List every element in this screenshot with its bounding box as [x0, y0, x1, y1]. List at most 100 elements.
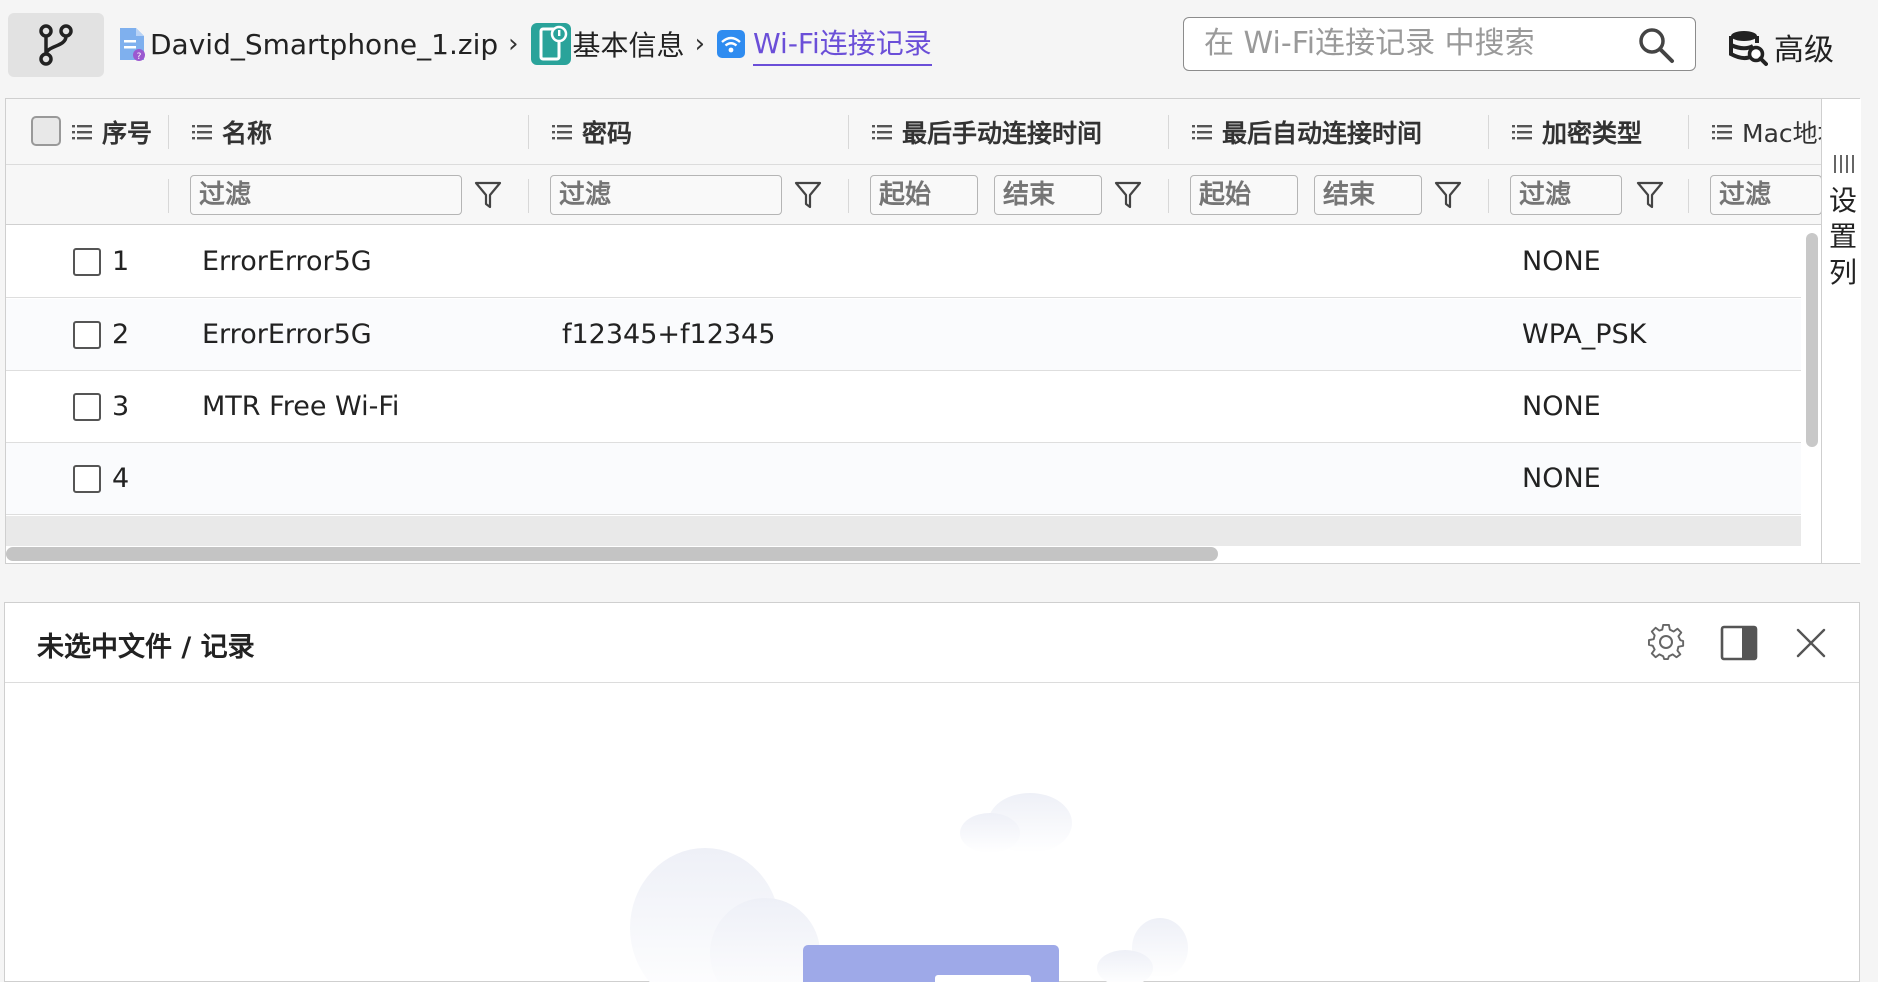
column-header-mac[interactable]: Mac地址 [1712, 99, 1821, 165]
column-header-label: Mac地址 [1742, 119, 1821, 148]
advanced-label: 高级 [1774, 33, 1834, 68]
breadcrumb-label: David_Smartphone_1.zip [150, 27, 499, 61]
list-icon [1712, 125, 1732, 140]
breadcrumb: ? David_Smartphone_1.zip › 基本信息 › Wi-Fi连… [118, 12, 932, 76]
toggle-panel-button[interactable] [1717, 621, 1761, 665]
vertical-scrollbar[interactable] [1806, 233, 1818, 447]
column-header-name[interactable]: 名称 [192, 99, 272, 165]
table-header: 序号 名称 密码 最后手动连接时间 最后自动连接时间 加密类型 Mac地 [6, 99, 1821, 165]
close-icon [1796, 628, 1826, 658]
table-row[interactable]: 2 ErrorError5G f12345+f12345 WPA_PSK [6, 299, 1801, 371]
list-icon [72, 125, 92, 140]
column-divider [1488, 179, 1489, 213]
table-row[interactable]: 3 MTR Free Wi-Fi NONE [6, 371, 1801, 443]
column-divider[interactable] [168, 115, 169, 149]
search-box [1183, 17, 1696, 71]
list-icon [872, 125, 892, 140]
phone-info-icon [530, 23, 571, 65]
name-filter-input[interactable] [190, 175, 462, 215]
git-branch-icon [39, 24, 73, 66]
manual-time-start-input[interactable] [870, 175, 978, 215]
grip-icon [1834, 155, 1854, 173]
branch-button[interactable] [8, 13, 104, 77]
column-divider [1168, 179, 1169, 213]
column-header-password[interactable]: 密码 [552, 99, 632, 165]
column-divider[interactable] [1168, 115, 1169, 149]
auto-time-end-input[interactable] [1314, 175, 1422, 215]
wifi-icon [716, 30, 745, 58]
column-divider[interactable] [1688, 115, 1689, 149]
row-checkbox[interactable] [73, 393, 101, 421]
cell-index: 4 [112, 463, 130, 494]
table-row[interactable]: 1 ErrorError5G NONE [6, 226, 1801, 298]
password-filter-input[interactable] [550, 175, 782, 215]
empty-state-illustration [630, 793, 1188, 982]
column-header-index[interactable]: 序号 [72, 99, 152, 165]
table-viewport: 序号 名称 密码 最后手动连接时间 最后自动连接时间 加密类型 Mac地 过滤 … [6, 99, 1821, 563]
cell-name: ErrorError5G [202, 246, 372, 277]
column-header-auto-time[interactable]: 最后自动连接时间 [1192, 99, 1422, 165]
cell-name: ErrorError5G [202, 319, 372, 350]
search-input[interactable] [1184, 18, 1624, 69]
breadcrumb-item-basic-info[interactable]: 基本信息 [530, 23, 685, 65]
column-divider [168, 179, 169, 213]
cell-index: 2 [112, 319, 130, 350]
row-checkbox[interactable] [73, 321, 101, 349]
database-search-icon [1729, 31, 1768, 66]
filter-icon[interactable] [474, 180, 502, 210]
column-settings-label: 设置列 [1828, 184, 1857, 289]
column-divider [848, 179, 849, 213]
auto-time-start-input[interactable] [1190, 175, 1298, 215]
column-settings-button[interactable]: 设置列 [1821, 99, 1861, 563]
column-header-label: 加密类型 [1542, 119, 1643, 148]
list-icon [1512, 125, 1532, 140]
cell-encryption: NONE [1522, 463, 1601, 494]
cell-encryption: NONE [1522, 391, 1601, 422]
column-header-label: 名称 [222, 119, 273, 148]
filter-icon[interactable] [1434, 180, 1462, 210]
column-header-label: 最后自动连接时间 [1222, 119, 1423, 148]
cell-index: 1 [112, 246, 130, 277]
table-row-partial[interactable] [6, 516, 1801, 546]
row-checkbox[interactable] [73, 248, 101, 276]
breadcrumb-label: Wi-Fi连接记录 [752, 22, 932, 66]
column-header-manual-time[interactable]: 最后手动连接时间 [872, 99, 1102, 165]
encryption-filter-input[interactable] [1510, 175, 1622, 215]
column-divider[interactable] [1488, 115, 1489, 149]
wifi-records-table: 序号 名称 密码 最后手动连接时间 最后自动连接时间 加密类型 Mac地 过滤 … [5, 98, 1861, 564]
row-checkbox[interactable] [73, 465, 101, 493]
column-header-label: 密码 [582, 119, 633, 148]
column-header-encryption[interactable]: 加密类型 [1512, 99, 1642, 165]
top-bar: ? David_Smartphone_1.zip › 基本信息 › Wi-Fi连… [0, 0, 1878, 95]
svg-text:?: ? [137, 52, 142, 62]
column-divider[interactable] [848, 115, 849, 149]
mac-filter-input[interactable] [1710, 175, 1821, 215]
horizontal-scrollbar[interactable] [6, 547, 1218, 561]
cell-index: 3 [112, 391, 130, 422]
list-icon [552, 125, 572, 140]
settings-button[interactable] [1645, 621, 1689, 665]
column-divider[interactable] [528, 115, 529, 149]
filter-icon[interactable] [1114, 180, 1142, 210]
breadcrumb-item-zip[interactable]: ? David_Smartphone_1.zip [118, 26, 498, 62]
list-icon [1192, 125, 1212, 140]
breadcrumb-separator: › [694, 29, 705, 59]
breadcrumb-item-wifi[interactable]: Wi-Fi连接记录 [716, 22, 932, 66]
column-divider [528, 179, 529, 213]
cell-encryption: NONE [1522, 246, 1601, 277]
filter-icon[interactable] [1636, 180, 1664, 210]
cell-name: MTR Free Wi-Fi [202, 391, 400, 422]
column-divider [1688, 179, 1689, 213]
select-all-checkbox[interactable] [31, 116, 61, 146]
close-button[interactable] [1789, 621, 1833, 665]
zip-file-icon: ? [120, 28, 145, 62]
manual-time-end-input[interactable] [994, 175, 1102, 215]
breadcrumb-label: 基本信息 [572, 29, 685, 62]
table-row[interactable]: 4 NONE [6, 443, 1801, 515]
cell-password: f12345+f12345 [562, 319, 776, 350]
advanced-search-button[interactable]: 高级 [1728, 22, 1834, 72]
column-header-label: 序号 [102, 119, 153, 148]
detail-panel: 未选中文件 / 记录 [4, 602, 1860, 982]
filter-icon[interactable] [794, 180, 822, 210]
search-icon[interactable] [1637, 26, 1675, 64]
